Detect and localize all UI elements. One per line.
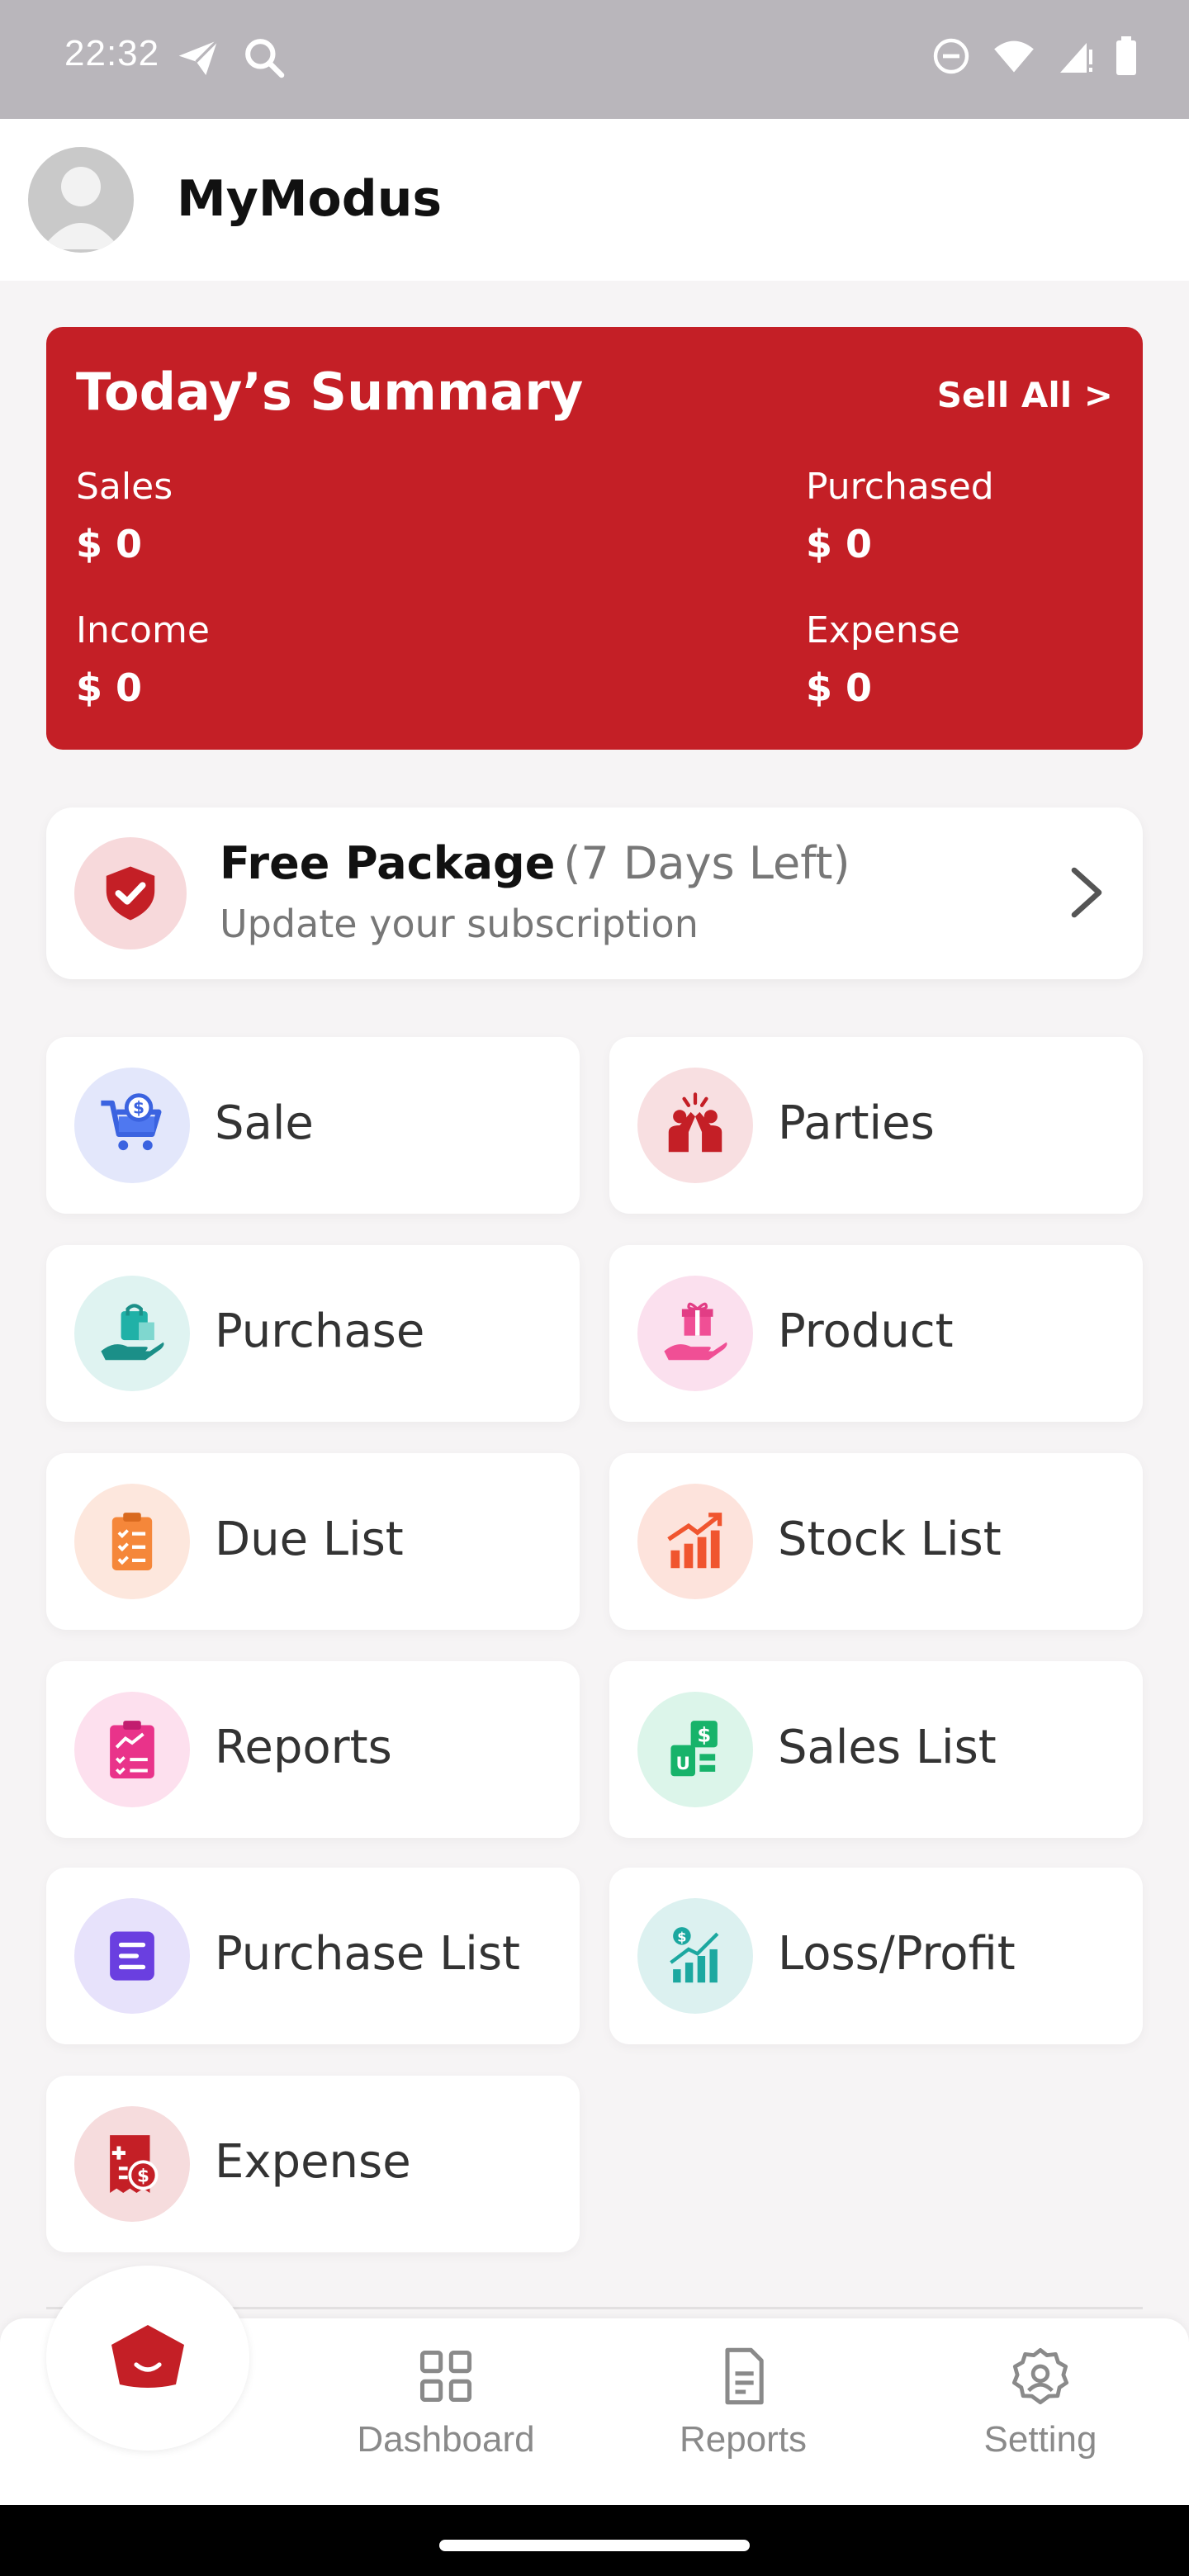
nav-setting[interactable]: Setting: [925, 2345, 1156, 2460]
cart-icon: $: [74, 1068, 190, 1183]
svg-text:$: $: [677, 1929, 686, 1944]
home-button[interactable]: [46, 2266, 249, 2451]
menu-tile-due-list[interactable]: Due List: [46, 1453, 580, 1630]
gear-icon: [1009, 2347, 1072, 2411]
menu-label: Parties: [778, 1096, 935, 1150]
money-bag-icon: $ U: [637, 1692, 753, 1807]
gift-hand-icon: [637, 1276, 753, 1391]
menu-label: Purchase: [215, 1305, 425, 1358]
signal-icon: [1057, 36, 1093, 79]
menu-label: Expense: [215, 2135, 411, 2189]
summary-title: Today’s Summary: [76, 362, 584, 422]
menu-label: Reports: [215, 1721, 392, 1774]
expense-label: Expense: [806, 609, 960, 651]
gesture-handle[interactable]: [439, 2540, 750, 2551]
high-five-icon: [637, 1068, 753, 1183]
package-subtitle: Update your subscription: [220, 902, 699, 946]
chevron-right-icon: [1068, 865, 1105, 923]
purchased-value: $ 0: [806, 522, 873, 566]
purchased-label: Purchased: [806, 466, 994, 508]
menu-label: Stock List: [778, 1513, 1002, 1566]
package-days-left: (7 Days Left): [563, 837, 850, 889]
shopping-bag-hand-icon: [74, 1276, 190, 1391]
status-bar: 22:32: [0, 0, 1189, 119]
nav-reports[interactable]: Reports: [628, 2345, 859, 2460]
telegram-icon: [175, 35, 221, 84]
income-label: Income: [76, 609, 210, 651]
wifi-icon: [992, 36, 1035, 79]
menu-label: Sales List: [778, 1721, 997, 1774]
clipboard-list-icon: [74, 1484, 190, 1599]
menu-tile-purchase[interactable]: Purchase: [46, 1245, 580, 1422]
receipt-icon: $: [74, 2106, 190, 2222]
nav-dashboard[interactable]: Dashboard: [330, 2345, 561, 2460]
svg-text:$: $: [137, 2166, 149, 2187]
expense-value: $ 0: [806, 665, 873, 710]
menu-label: Due List: [215, 1513, 404, 1566]
menu-label: Purchase List: [215, 1927, 520, 1981]
nav-label: Dashboard: [357, 2419, 535, 2460]
menu-label: Loss/Profit: [778, 1927, 1016, 1981]
report-clipboard-icon: [74, 1692, 190, 1807]
package-title-row: Free Package (7 Days Left): [220, 837, 850, 889]
menu-label: Product: [778, 1305, 954, 1358]
menu-tile-purchase-list[interactable]: Purchase List: [46, 1868, 580, 2044]
sell-all-link[interactable]: Sell All >: [937, 375, 1113, 415]
menu-label: Sale: [215, 1096, 314, 1150]
document-list-icon: [74, 1898, 190, 2014]
profit-chart-icon: $: [637, 1898, 753, 2014]
menu-tile-expense[interactable]: $ Expense: [46, 2076, 580, 2252]
svg-text:U: U: [675, 1754, 689, 1774]
grid-icon: [414, 2350, 477, 2411]
app-title: MyModus: [177, 170, 443, 228]
nav-label: Setting: [983, 2419, 1097, 2460]
svg-text:$: $: [697, 1724, 711, 1747]
app-header: MyModus: [0, 119, 1189, 281]
battery-icon: [1115, 36, 1138, 79]
menu-tile-sales-list[interactable]: $ U Sales List: [609, 1661, 1143, 1838]
shield-check-icon: [74, 837, 187, 949]
summary-card: Today’s Summary Sell All > Sales $ 0 Pur…: [46, 327, 1143, 750]
menu-tile-parties[interactable]: Parties: [609, 1037, 1143, 1214]
menu-tile-product[interactable]: Product: [609, 1245, 1143, 1422]
svg-text:$: $: [133, 1097, 144, 1117]
nav-label: Reports: [679, 2419, 808, 2460]
menu-tile-sale[interactable]: $ Sale: [46, 1037, 580, 1214]
search-icon: [241, 35, 287, 84]
free-package-card[interactable]: Free Package (7 Days Left) Update your su…: [46, 807, 1143, 979]
package-title: Free Package: [220, 837, 556, 889]
menu-tile-reports[interactable]: Reports: [46, 1661, 580, 1838]
user-avatar-icon[interactable]: [28, 147, 134, 253]
sales-label: Sales: [76, 466, 173, 508]
income-value: $ 0: [76, 665, 143, 710]
menu-tile-loss-profit[interactable]: $ Loss/Profit: [609, 1868, 1143, 2044]
do-not-disturb-icon: [931, 36, 971, 79]
menu-tile-stock-list[interactable]: Stock List: [609, 1453, 1143, 1630]
document-icon: [712, 2347, 775, 2411]
home-pentagon-icon: [107, 2322, 189, 2394]
sales-value: $ 0: [76, 522, 143, 566]
status-time: 22:32: [64, 33, 160, 73]
bar-chart-up-icon: [637, 1484, 753, 1599]
